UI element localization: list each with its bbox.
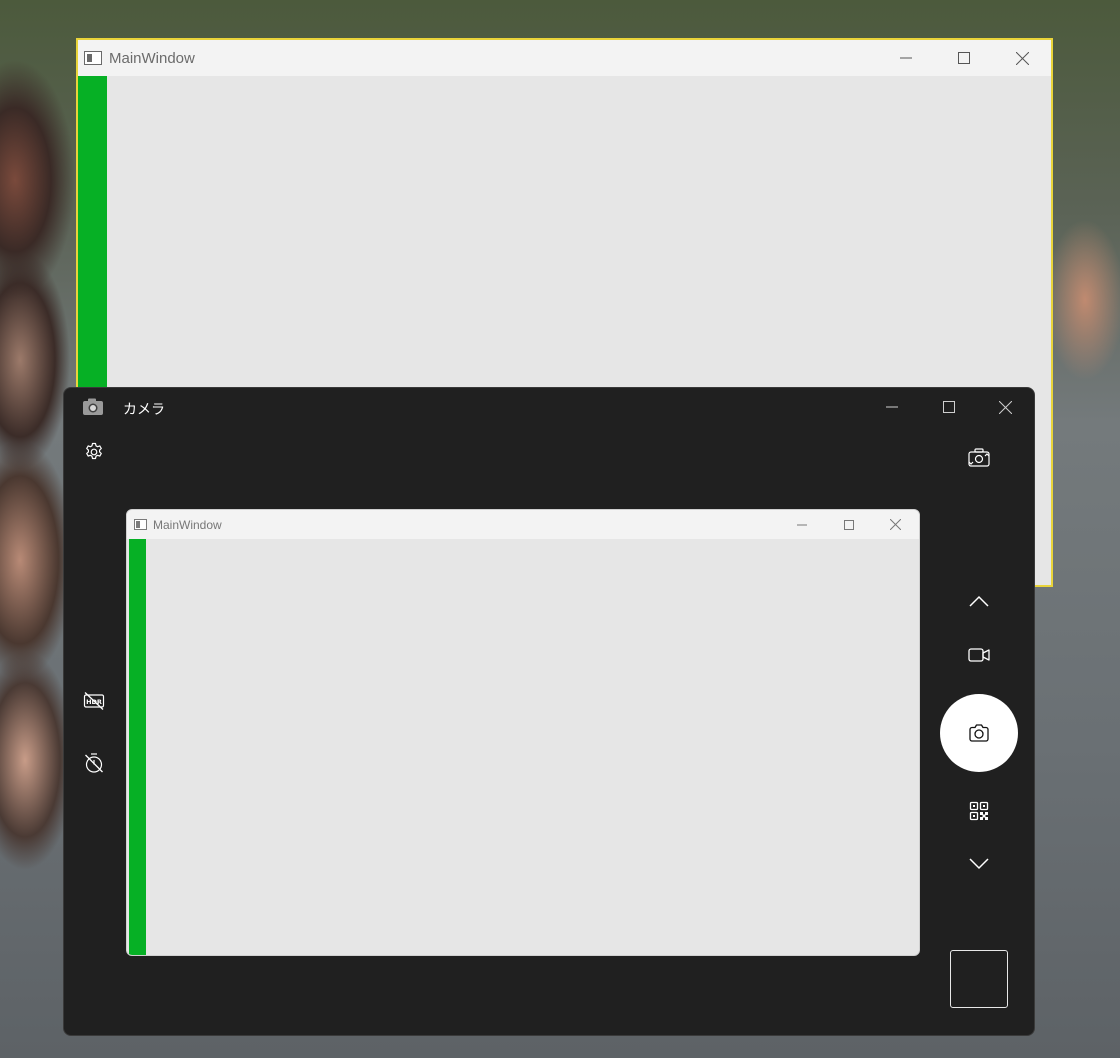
settings-icon xyxy=(86,442,102,460)
video-mode-button[interactable] xyxy=(965,642,993,668)
main-window-titlebar[interactable]: MainWindow xyxy=(78,40,1051,76)
preview-window-titlebar: MainWindow xyxy=(127,510,919,539)
maximize-button[interactable] xyxy=(935,40,993,76)
timer-button[interactable] xyxy=(81,750,107,776)
window-app-icon xyxy=(134,519,147,530)
minimize-icon xyxy=(900,57,912,59)
preview-maximize-icon xyxy=(825,510,872,539)
settings-button[interactable] xyxy=(82,440,106,464)
timer-off-icon xyxy=(85,753,103,773)
camera-window[interactable]: カメラ HDR MainWindow xyxy=(63,387,1035,1036)
close-button[interactable] xyxy=(993,40,1051,76)
window-app-icon xyxy=(84,51,102,65)
camera-minimize-button[interactable] xyxy=(863,388,920,426)
qr-scan-button[interactable] xyxy=(965,798,993,824)
chevron-down-icon xyxy=(969,858,989,870)
video-camera-icon xyxy=(968,648,990,662)
preview-green-bar xyxy=(129,539,146,955)
camera-icon xyxy=(969,724,989,742)
camera-close-button[interactable] xyxy=(977,388,1034,426)
close-icon xyxy=(1015,51,1029,65)
camera-window-title: カメラ xyxy=(123,401,165,417)
photo-shutter-button[interactable] xyxy=(940,694,1018,772)
camera-preview: MainWindow xyxy=(126,509,920,956)
scroll-down-button[interactable] xyxy=(965,851,993,877)
hdr-off-icon: HDR xyxy=(83,692,105,710)
preview-minimize-icon xyxy=(778,510,825,539)
chevron-up-icon xyxy=(969,595,989,607)
camera-app-icon xyxy=(82,397,104,417)
last-capture-thumbnail[interactable] xyxy=(950,950,1008,1008)
close-icon xyxy=(999,400,1012,414)
hdr-toggle-button[interactable]: HDR xyxy=(81,689,107,713)
main-window-title: MainWindow xyxy=(109,49,195,67)
qr-code-icon xyxy=(969,801,989,821)
minimize-button[interactable] xyxy=(877,40,935,76)
svg-text:HDR: HDR xyxy=(86,698,102,706)
switch-camera-button[interactable] xyxy=(965,445,993,471)
preview-window-title: MainWindow xyxy=(153,517,222,532)
scroll-up-button[interactable] xyxy=(965,588,993,614)
maximize-icon xyxy=(958,52,970,64)
camera-maximize-button[interactable] xyxy=(920,388,977,426)
camera-titlebar[interactable]: カメラ xyxy=(64,388,1034,426)
minimize-icon xyxy=(885,406,898,408)
maximize-icon xyxy=(942,401,955,413)
switch-camera-icon xyxy=(968,448,990,467)
preview-close-icon xyxy=(872,510,919,539)
